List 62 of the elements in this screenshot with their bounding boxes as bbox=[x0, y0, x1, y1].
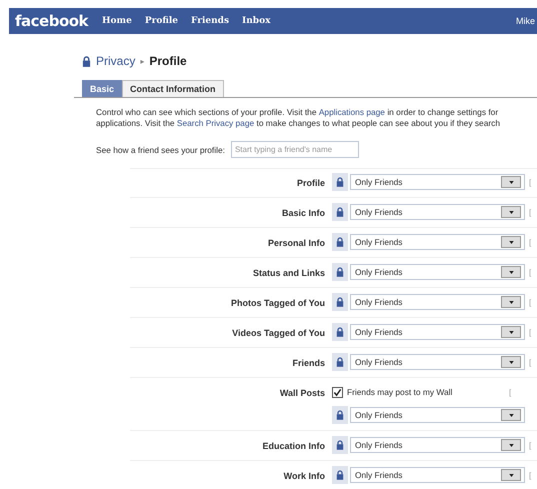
privacy-dropdown[interactable]: Only Friends bbox=[350, 324, 525, 340]
lock-icon bbox=[332, 436, 348, 454]
description-text: applications. Visit the bbox=[96, 118, 175, 129]
hint-bracket: [ bbox=[529, 238, 532, 246]
lock-icon bbox=[332, 293, 348, 311]
hint-bracket: [ bbox=[529, 178, 532, 186]
privacy-dropdown[interactable]: Only Friends bbox=[350, 294, 525, 310]
setting-label: Work Info bbox=[282, 470, 325, 483]
lock-icon bbox=[332, 323, 348, 341]
setting-label: Friends bbox=[291, 357, 325, 370]
logo[interactable]: facebook bbox=[15, 12, 88, 30]
lock-icon bbox=[82, 56, 91, 66]
setting-label: Photos Tagged of You bbox=[230, 297, 325, 310]
lock-icon bbox=[332, 353, 348, 371]
breadcrumb-separator: ▸ bbox=[140, 56, 144, 66]
checkbox[interactable] bbox=[332, 386, 343, 398]
nav-link[interactable]: Friends bbox=[191, 16, 230, 26]
hint-bracket: [ bbox=[529, 440, 532, 450]
hint-bracket: [ bbox=[529, 358, 532, 366]
hint-bracket: [ bbox=[529, 268, 532, 276]
privacy-dropdown[interactable]: Only Friends bbox=[350, 354, 525, 370]
text-link[interactable]: Search Privacy page bbox=[176, 118, 254, 129]
hint-bracket: [ bbox=[529, 328, 532, 336]
privacy-dropdown[interactable]: Only Friends bbox=[350, 204, 525, 220]
tab[interactable]: Basic bbox=[82, 80, 122, 97]
lock-icon bbox=[332, 233, 348, 251]
setting-label: Videos Tagged of You bbox=[231, 327, 325, 340]
description-text: Control who can see which sections of your profile. Visit the bbox=[96, 107, 316, 118]
setting-label: Wall Posts bbox=[278, 387, 325, 400]
lock-icon bbox=[332, 466, 348, 484]
lock-icon bbox=[332, 263, 348, 281]
nav-link[interactable]: Home bbox=[102, 16, 132, 26]
hint-bracket: [ bbox=[509, 388, 512, 396]
nav-link[interactable]: Inbox bbox=[242, 16, 270, 26]
description-text: in order to change settings for bbox=[387, 107, 498, 118]
hint-bracket: [ bbox=[529, 208, 532, 216]
privacy-dropdown[interactable]: Only Friends bbox=[350, 234, 525, 250]
preview-label: See how a friend sees your profile: bbox=[96, 144, 225, 154]
page-title: Profile bbox=[149, 54, 187, 68]
hint-bracket: [ bbox=[529, 470, 532, 480]
privacy-dropdown[interactable]: Only Friends bbox=[350, 437, 525, 453]
lock-icon bbox=[332, 203, 348, 221]
hint-bracket: [ bbox=[529, 298, 532, 306]
setting-label: Education Info bbox=[262, 440, 325, 453]
lock-icon bbox=[332, 406, 348, 424]
tab[interactable]: Contact Information bbox=[122, 80, 224, 97]
nav-link[interactable]: Profile bbox=[144, 16, 178, 26]
lock-icon bbox=[332, 173, 348, 191]
user-link[interactable]: Mike bbox=[516, 16, 535, 26]
setting-label: Basic Info bbox=[280, 207, 325, 220]
checkbox-label: Friends may post to my Wall bbox=[347, 387, 454, 397]
privacy-dropdown[interactable]: Only Friends bbox=[350, 467, 525, 483]
friend-name-field[interactable]: Start typing a friend's name bbox=[230, 141, 359, 158]
text-link[interactable]: Applications page bbox=[318, 107, 385, 118]
description-text: to make changes to what people can see about you if they search bbox=[256, 118, 500, 129]
setting-label: Status and Links bbox=[252, 267, 325, 280]
setting-label: Profile bbox=[296, 177, 325, 190]
breadcrumb-link[interactable]: Privacy bbox=[96, 54, 136, 68]
setting-label: Personal Info bbox=[266, 237, 325, 250]
privacy-dropdown[interactable]: Only Friends bbox=[350, 407, 525, 423]
privacy-dropdown[interactable]: Only Friends bbox=[350, 174, 525, 190]
privacy-dropdown[interactable]: Only Friends bbox=[350, 264, 525, 280]
